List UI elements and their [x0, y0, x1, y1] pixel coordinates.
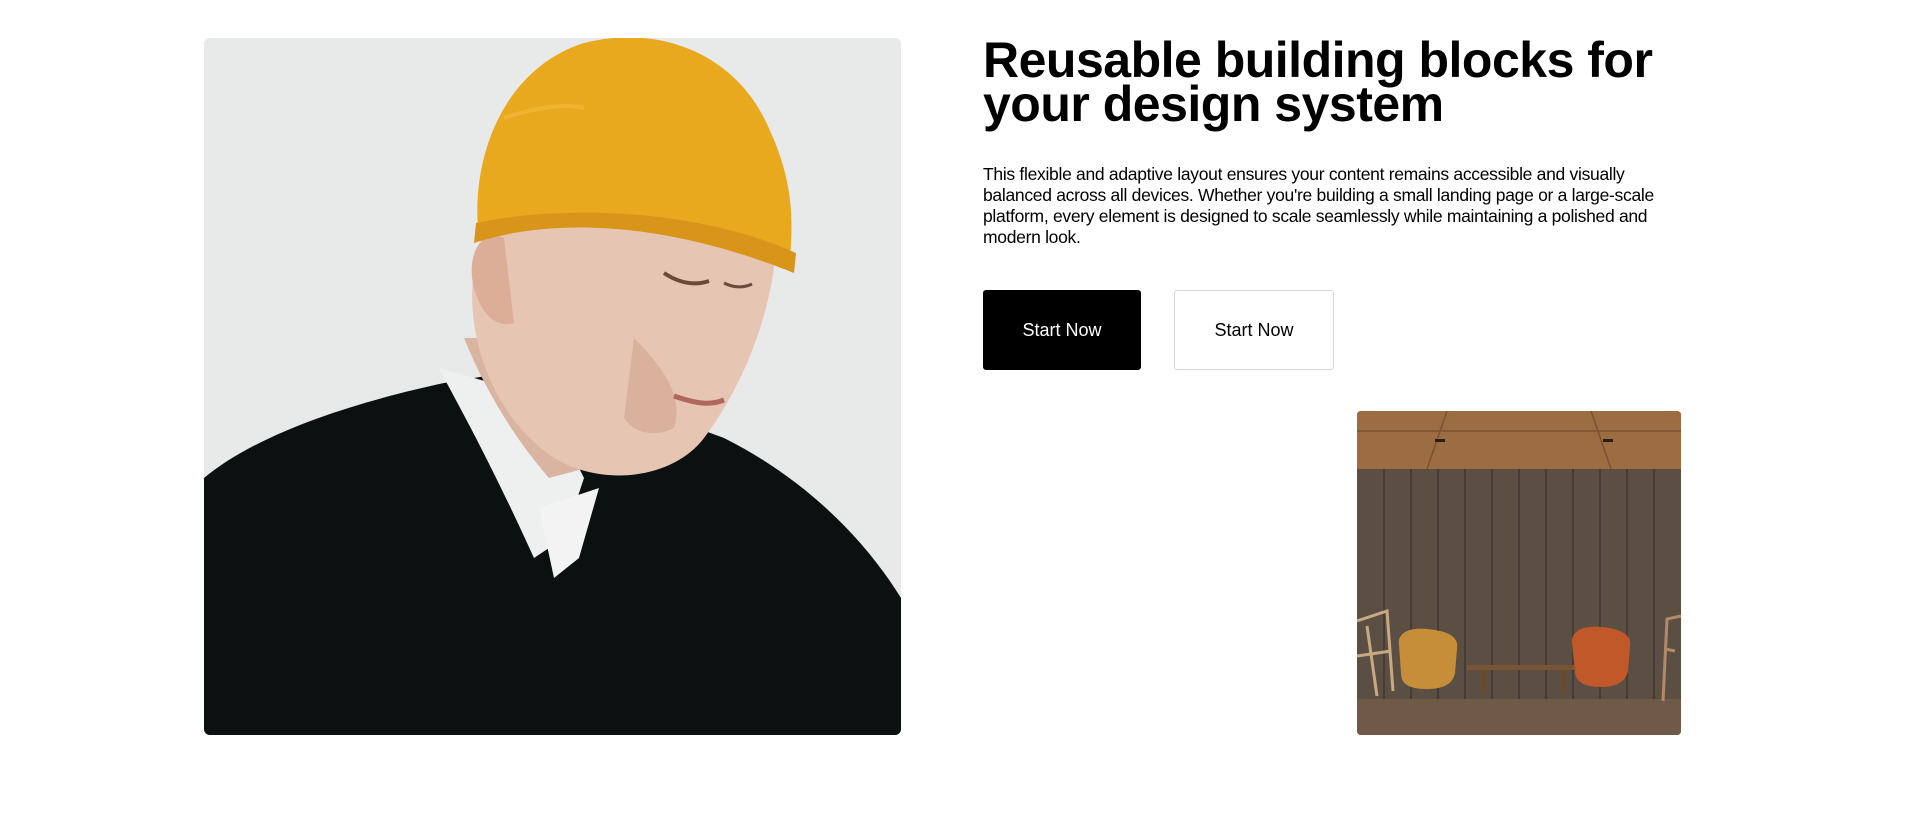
- content-column: Reusable building blocks for your design…: [983, 28, 1683, 370]
- interior-room-image: [1357, 411, 1681, 735]
- button-group: Start Now Start Now: [983, 290, 1334, 370]
- description-text: This flexible and adaptive layout ensure…: [983, 164, 1654, 247]
- start-now-primary-button[interactable]: Start Now: [983, 290, 1141, 370]
- portrait-illustration: [204, 38, 901, 735]
- room-illustration: [1357, 411, 1681, 735]
- hero-portrait-image: [204, 38, 901, 735]
- page-heading: Reusable building blocks for your design…: [983, 32, 1653, 132]
- page: Reusable building blocks for your design…: [0, 0, 1920, 816]
- start-now-secondary-button[interactable]: Start Now: [1174, 290, 1334, 370]
